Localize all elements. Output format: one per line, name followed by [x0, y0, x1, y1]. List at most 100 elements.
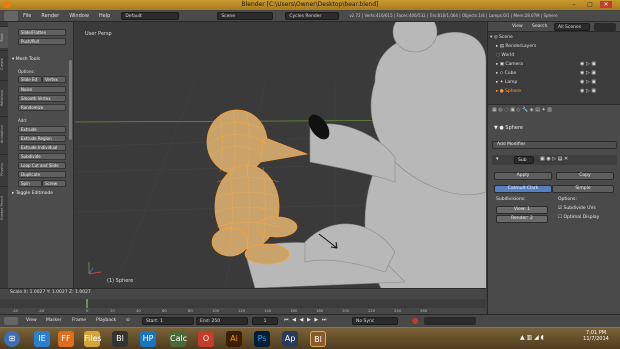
axis-gizmo — [88, 262, 102, 275]
extrude-individual-button[interactable]: Extrude Individual — [18, 144, 66, 151]
smooth-vertex-button[interactable]: Smooth Vertex — [18, 95, 66, 102]
extrude-region-button[interactable]: Extrude Region — [18, 135, 66, 142]
taskbar-app-hp[interactable]: HP — [140, 331, 156, 347]
active-object-label: (1) Sphere — [107, 278, 134, 284]
outliner-search-input[interactable] — [594, 23, 616, 31]
apply-button[interactable]: Apply — [494, 172, 552, 180]
subdivide-button[interactable]: Subdivide — [18, 153, 66, 160]
noise-button[interactable]: Noise — [18, 86, 66, 93]
maximize-button[interactable]: □ — [584, 1, 596, 8]
taskbar-app-office[interactable]: O — [198, 331, 214, 347]
timeline-menu-marker[interactable]: Marker — [46, 318, 62, 323]
taskbar-app-photoshop[interactable]: Ps — [254, 331, 270, 347]
simple-button[interactable]: Simple — [552, 185, 614, 193]
menu-window[interactable]: Window — [64, 13, 94, 19]
catmull-clark-button[interactable]: Catmull-Clark — [494, 185, 552, 193]
3d-viewport[interactable]: User Persp (1) Sphere — [75, 22, 486, 288]
timeline-menu-playback[interactable]: Playback — [96, 318, 116, 323]
properties-tabs[interactable]: ▦ ◎ ◌ ▣ ◇ 🔧 ◈ ▤ ✦ ▥ — [492, 107, 617, 116]
sphere-mesh-selected[interactable] — [206, 109, 309, 265]
taskbar-app-other[interactable]: Ap — [282, 331, 298, 347]
copy-button[interactable]: Copy — [556, 172, 614, 180]
taskbar-app-blender-active[interactable]: Bl — [310, 331, 326, 347]
tab-animation[interactable]: Animation — [0, 116, 8, 152]
timeline-header: View Marker Frame Playback ⊙ Start: 1 En… — [0, 314, 620, 327]
timeline-panel[interactable]: Scale X: 1.0027 Y: 1.0027 Z: 1.0027 -40 … — [0, 288, 486, 314]
outliner-item-cube[interactable]: ▸ ◇ Cube — [496, 69, 516, 78]
taskbar-app-ie[interactable]: IE — [34, 331, 50, 347]
taskbar-app-illustrator[interactable]: Ai — [226, 331, 242, 347]
outliner-panel: View Search All Scenes ▾ ◎ Scene ▸ ▤ Ren… — [487, 22, 620, 104]
auto-keyframe-icon[interactable] — [412, 318, 418, 324]
end-frame-field[interactable]: End: 250 — [196, 317, 248, 325]
windows-taskbar: ⊞ IE FF Files Bl HP Calc O Ai Ps Ap Bl ▲… — [0, 327, 620, 349]
timeline-editor-icon[interactable] — [4, 317, 18, 325]
start-button[interactable]: ⊞ — [4, 331, 20, 347]
current-frame-field[interactable]: 1 — [252, 317, 278, 325]
loop-cut-slide-button[interactable]: Loop Cut and Slide — [18, 162, 66, 169]
tab-grease-pencil[interactable]: Grease Pencil — [0, 186, 8, 230]
renderlayers-icon: ▸ ▤ — [496, 44, 506, 49]
screw-button[interactable]: Screw — [42, 180, 66, 187]
add-modifier-select[interactable]: Add Modifier — [492, 141, 617, 149]
outliner-view-menu[interactable]: View — [512, 24, 523, 29]
timeline-ruler[interactable] — [0, 299, 486, 308]
outliner-search-menu[interactable]: Search — [532, 24, 547, 29]
duplicate-button[interactable]: Duplicate — [18, 171, 66, 178]
outliner-item-scene[interactable]: ▾ ◎ Scene — [490, 33, 513, 42]
outliner-item-renderlayers[interactable]: ▸ ▤ RenderLayers — [496, 42, 536, 51]
visibility-toggles[interactable]: ◉ ▷ ▣ ◉ ▷ ▣ ◉ ▷ ▣ ◉ ▷ ▣ — [580, 60, 616, 96]
outliner-item-sphere[interactable]: ▸ ● Sphere — [496, 87, 521, 96]
taskbar-app-blender[interactable]: Bl — [112, 331, 128, 347]
taskbar-app-firefox[interactable]: FF — [58, 331, 74, 347]
minimize-button[interactable]: – — [568, 1, 580, 8]
subdivide-uvs-checkbox[interactable]: ☑ Subdivide UVs — [558, 206, 596, 211]
tab-relations[interactable]: Relations — [0, 80, 8, 114]
tray-icons[interactable]: ▲ ▥ ◢ ◖ — [520, 334, 544, 341]
render-engine-select[interactable]: Cycles Render — [285, 11, 340, 20]
sync-select[interactable]: No Sync — [352, 317, 398, 325]
current-frame-marker[interactable] — [86, 299, 88, 308]
lamp-icon: ▸ ✦ — [496, 80, 505, 85]
outliner-item-lamp[interactable]: ▸ ✦ Lamp — [496, 78, 517, 87]
clock-date: 11/7/2014 — [583, 336, 609, 342]
taskbar-app-calc[interactable]: Calc — [170, 331, 187, 347]
push-pull-button[interactable]: Push/Pull — [18, 38, 66, 45]
modifier-name-field[interactable]: Sub — [514, 156, 534, 164]
timeline-menu-frame[interactable]: Frame — [72, 318, 86, 323]
tab-tools[interactable]: Tools — [0, 26, 8, 48]
keying-set-field[interactable] — [424, 317, 476, 325]
tab-physics[interactable]: Physics — [0, 154, 8, 184]
record-icon[interactable]: ⊙ — [126, 318, 130, 323]
vertex-button[interactable]: Vertex — [42, 76, 66, 83]
outliner-item-world[interactable]: ◌ World — [496, 51, 514, 60]
view-subdivisions-field[interactable]: View: 1 — [496, 206, 548, 214]
menu-help[interactable]: Help — [94, 13, 115, 19]
clock[interactable]: 7:01 PM 11/7/2014 — [578, 330, 614, 342]
camera-icon: ▸ ▣ — [496, 62, 506, 67]
optimal-display-checkbox[interactable]: ☐ Optimal Display — [558, 215, 599, 220]
start-frame-field[interactable]: Start: 1 — [142, 317, 194, 325]
editor-type-icon[interactable] — [4, 10, 18, 21]
randomize-button[interactable]: Randomize — [18, 104, 66, 111]
tab-create[interactable]: Create — [0, 50, 8, 78]
layout-select[interactable]: Default — [121, 11, 180, 20]
taskbar-app-explorer[interactable]: Files — [84, 331, 102, 347]
extrude-button[interactable]: Extrude — [18, 126, 66, 133]
scene-select[interactable]: Scene — [217, 11, 274, 20]
modifier-collapse-icon[interactable]: ▾ — [496, 156, 499, 162]
timeline-menu-view[interactable]: View — [26, 318, 37, 323]
window-titlebar: Blender [C:\Users\Owner\Desktop\bear.ble… — [0, 0, 620, 10]
playback-controls[interactable]: ⏮ ◀ ◀ ▶ ▶ ⏭ — [284, 317, 327, 323]
close-button[interactable]: ✕ — [600, 1, 612, 8]
outliner-filter-select[interactable]: All Scenes — [554, 23, 590, 31]
modifier-toggles[interactable]: ▣ ◉ ▷ ▤ ✕ — [540, 156, 568, 162]
slide-flatten-button[interactable]: Slide/Flatten — [18, 29, 66, 36]
render-subdivisions-field[interactable]: Render: 2 — [496, 215, 548, 223]
menu-file[interactable]: File — [18, 13, 36, 19]
outliner-item-camera[interactable]: ▸ ▣ Camera — [496, 60, 523, 69]
menu-render[interactable]: Render — [36, 13, 64, 19]
tool-shelf-scrollbar[interactable] — [69, 60, 72, 140]
slide-edge-button[interactable]: Slide Ed — [18, 76, 42, 83]
spin-button[interactable]: Spin — [18, 180, 42, 187]
